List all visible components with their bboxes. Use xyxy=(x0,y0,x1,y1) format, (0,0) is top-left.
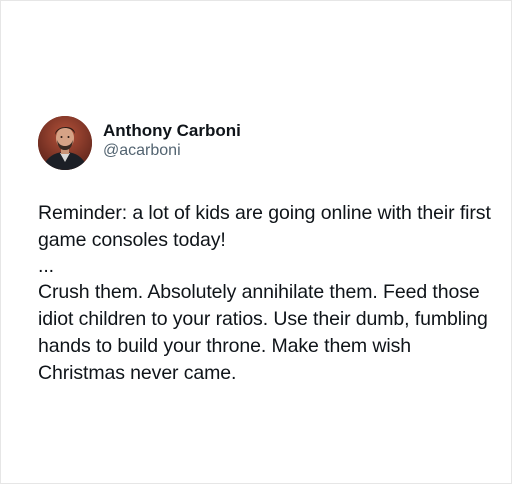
tweet-author: Anthony Carboni @acarboni xyxy=(38,116,493,170)
screenshot-frame: Anthony Carboni @acarboni Reminder: a lo… xyxy=(0,0,512,484)
display-name[interactable]: Anthony Carboni xyxy=(103,120,241,141)
tweet-text: Reminder: a lot of kids are going online… xyxy=(38,200,493,387)
user-handle[interactable]: @acarboni xyxy=(103,141,241,161)
tweet-card: Anthony Carboni @acarboni Reminder: a lo… xyxy=(38,116,493,387)
author-names: Anthony Carboni @acarboni xyxy=(103,120,241,161)
avatar[interactable] xyxy=(38,116,92,170)
tweet-paragraph-2: Crush them. Absolutely annihilate them. … xyxy=(38,281,494,384)
profile-photo-icon xyxy=(38,116,92,170)
tweet-paragraph-1: Reminder: a lot of kids are going online… xyxy=(38,202,497,251)
tweet-ellipsis: ... xyxy=(38,255,54,277)
